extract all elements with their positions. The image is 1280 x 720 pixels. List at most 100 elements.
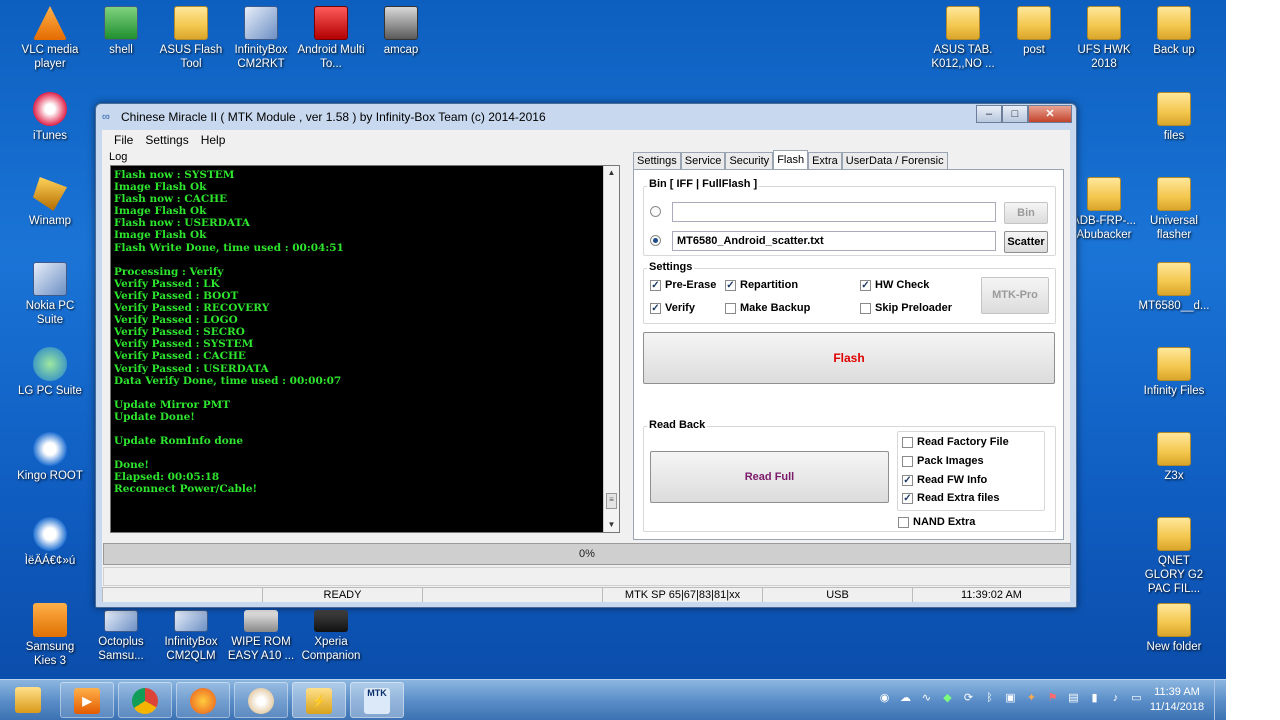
scatter-radio[interactable] (650, 235, 661, 246)
system-tray: ◉ ☁ ∿ ◆ ⟳ ᛒ ▣ ✦ ⚑ ▤ ▮ ♪ ▭ (876, 690, 1145, 707)
desktop-icon-label: VLC media player (21, 44, 79, 70)
taskbar-cm2-flash[interactable]: ⚡ (292, 682, 346, 718)
desktop-icon-itunes[interactable]: iTunes (14, 92, 86, 143)
checkbox-icon (860, 302, 871, 314)
scatter-file-field[interactable]: MT6580_Android_scatter.txt (672, 231, 996, 251)
bin-file-field[interactable] (672, 202, 996, 222)
desktop-icon-label: Nokia PC Suite (25, 300, 75, 326)
pack-images-checkbox[interactable]: Pack Images (902, 455, 984, 467)
skip-preloader-checkbox[interactable]: Skip Preloader (860, 302, 952, 314)
bin-button[interactable]: Bin (1004, 202, 1048, 224)
read-full-button[interactable]: Read Full (650, 451, 889, 503)
desktop-icon-post-folder[interactable]: post (998, 6, 1070, 57)
tab-flash[interactable]: Flash (773, 150, 809, 169)
scroll-down-icon[interactable]: ▼ (604, 518, 619, 532)
desktop-icon-qnet-folder[interactable]: QNET GLORY G2 PAC FIL... (1138, 517, 1210, 596)
desktop-icon-wipe-rom[interactable]: WIPE ROM EASY A10 ... (225, 610, 297, 663)
desktop-icon-shell[interactable]: shell (85, 6, 157, 57)
tray-device-icon[interactable]: ▣ (1002, 690, 1019, 707)
desktop-icon-infinitybox-cm2rkt[interactable]: InfinityBox CM2RKT (225, 6, 297, 71)
read-fw-info-checkbox[interactable]: ✓ Read FW Info (902, 474, 987, 486)
desktop-icon-universal-flasher-folder[interactable]: Universal flasher (1138, 177, 1210, 242)
tab-security[interactable]: Security (725, 152, 774, 169)
log-scrollbar[interactable]: ▲ ≡ ▼ (603, 166, 619, 532)
tray-cloud-icon[interactable]: ☁ (897, 690, 914, 707)
tab-service[interactable]: Service (680, 152, 726, 169)
mtk-pro-button[interactable]: MTK-Pro (981, 277, 1049, 314)
desktop-icon-nokia-pc-suite[interactable]: Nokia PC Suite (14, 262, 86, 327)
scatter-button[interactable]: Scatter (1004, 231, 1048, 253)
tray-green-icon[interactable]: ◆ (939, 690, 956, 707)
show-desktop-button[interactable] (1214, 680, 1226, 720)
desktop-icon-ufs-hwk-folder[interactable]: UFS HWK 2018 (1068, 6, 1140, 71)
tab-settings[interactable]: Settings (633, 152, 681, 169)
close-button[interactable]: ✕ (1028, 105, 1072, 123)
log-line: Verify Passed : CACHE (114, 350, 246, 363)
taskbar-mtk-tool[interactable]: MTK (350, 682, 404, 718)
tray-fox-icon[interactable]: ✦ (1023, 690, 1040, 707)
tab-extra[interactable]: Extra (808, 152, 842, 169)
desktop-icon-label: files (1163, 130, 1185, 142)
flash-button[interactable]: Flash (643, 332, 1055, 384)
bluetooth-icon[interactable]: ᛒ (981, 690, 998, 707)
read-factory-file-label: Read Factory File (917, 436, 1009, 448)
skip-preloader-label: Skip Preloader (875, 302, 953, 314)
desktop-icon-mt6580-folder[interactable]: MT6580__d... (1138, 262, 1210, 313)
desktop-icon-samsung-kies[interactable]: Samsung Kies 3 (14, 603, 86, 668)
taskbar-chrome[interactable] (118, 682, 172, 718)
scroll-up-icon[interactable]: ▲ (604, 166, 619, 180)
tray-app-icon[interactable]: ◉ (876, 690, 893, 707)
desktop-icon-kingo-root[interactable]: Kingo ROOT (14, 432, 86, 483)
desktop-icon-xperia-companion[interactable]: Xperia Companion (295, 610, 367, 663)
verify-checkbox[interactable]: ✓ Verify (650, 302, 695, 314)
nand-extra-checkbox[interactable]: NAND Extra (898, 516, 975, 528)
desktop-icon-asus-flash[interactable]: ASUS Flash Tool (155, 6, 227, 71)
maximize-button[interactable]: □ (1002, 105, 1028, 123)
make-backup-checkbox[interactable]: Make Backup (725, 302, 810, 314)
start-button[interactable] (2, 682, 52, 718)
android-multi-tool-icon (314, 6, 348, 40)
log-output[interactable]: Flash now : SYSTEM Image Flash Ok Flash no… (110, 165, 620, 533)
desktop-icon-infinitybox-cm2qlm[interactable]: InfinityBox CM2QLM (155, 610, 227, 663)
folder-icon (1157, 177, 1191, 211)
tray-sync-icon[interactable]: ⟳ (960, 690, 977, 707)
desktop-icon-android-multi-tool[interactable]: Android Multi To... (295, 6, 367, 71)
taskbar-media-player[interactable]: ▶ (60, 682, 114, 718)
desktop-icon-vlc[interactable]: VLC media player (14, 6, 86, 71)
desktop-icon-winamp[interactable]: Winamp (14, 177, 86, 228)
read-extra-files-checkbox[interactable]: ✓ Read Extra files (902, 492, 1000, 504)
desktop-icon-asus-tab-folder[interactable]: ASUS TAB. K012,,NO ... (927, 6, 999, 71)
folder-icon (1157, 92, 1191, 126)
hw-check-checkbox[interactable]: ✓ HW Check (860, 279, 929, 291)
desktop-icon-unknown-app[interactable]: ÌëÄÁ€¢»ú (14, 517, 86, 568)
desktop-icon-new-folder[interactable]: New folder (1138, 603, 1210, 654)
taskbar-paint[interactable] (234, 682, 288, 718)
desktop-icon-amcap[interactable]: amcap (365, 6, 437, 57)
volume-icon[interactable]: ♪ (1107, 690, 1124, 707)
desktop-icon-adb-frp-folder[interactable]: ADB-FRP-... Abubacker (1068, 177, 1140, 242)
tray-curve-icon[interactable]: ∿ (918, 690, 935, 707)
repartition-checkbox[interactable]: ✓ Repartition (725, 279, 798, 291)
action-center-icon[interactable]: ⚑ (1044, 690, 1061, 707)
minimize-button[interactable]: – (976, 105, 1002, 123)
taskbar-firefox[interactable] (176, 682, 230, 718)
window-titlebar[interactable]: ∞ Chinese Miracle II ( MTK Module , ver … (96, 104, 1076, 130)
desktop-icon-backup-folder[interactable]: Back up (1138, 6, 1210, 57)
menu-help[interactable]: Help (195, 133, 232, 147)
network-icon[interactable]: ▮ (1086, 690, 1103, 707)
pre-erase-checkbox[interactable]: ✓ Pre-Erase (650, 279, 716, 291)
tray-sdcard-icon[interactable]: ▤ (1065, 690, 1082, 707)
desktop-icon-lg-pc-suite[interactable]: LG PC Suite (14, 347, 86, 398)
desktop-icon-files-folder[interactable]: files (1138, 92, 1210, 143)
desktop-icon-infinity-files-folder[interactable]: Infinity Files (1138, 347, 1210, 398)
tab-userdata-forensic[interactable]: UserData / Forensic (841, 152, 948, 169)
desktop-icon-octoplus[interactable]: Octoplus Samsu... (85, 610, 157, 663)
desktop-icon-z3x-folder[interactable]: Z3x (1138, 432, 1210, 483)
scroll-thumb[interactable]: ≡ (606, 493, 617, 509)
menu-settings[interactable]: Settings (139, 133, 194, 147)
log-line: Verify Passed : LOGO (114, 314, 238, 327)
read-factory-file-checkbox[interactable]: Read Factory File (902, 436, 1009, 448)
bin-file-radio[interactable] (650, 206, 661, 217)
taskbar-clock[interactable]: 11:39 AM 11/14/2018 (1142, 685, 1212, 715)
menu-file[interactable]: File (108, 133, 139, 147)
